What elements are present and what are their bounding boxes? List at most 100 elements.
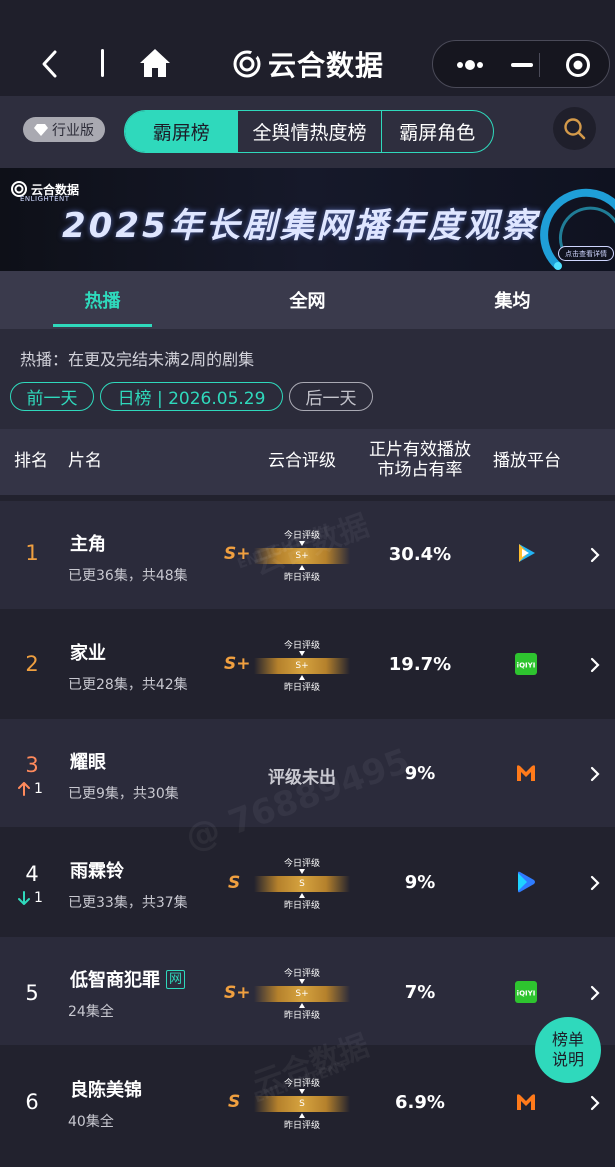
- episode-status: 40集全: [68, 1114, 114, 1130]
- today-rating-label: 今日评级: [283, 859, 320, 869]
- date-filter-panel: 热播：在更及完结未满2周的剧集 前一天 日榜 | 2026.05.29 后一天: [0, 329, 615, 429]
- mango-tv-icon: [517, 765, 535, 781]
- market-share: 19.7%: [388, 654, 452, 675]
- tencent-video-icon: [519, 544, 535, 562]
- episode-status: 已更28集，共42集: [68, 677, 188, 693]
- chevron-right-icon[interactable]: [589, 875, 601, 891]
- market-share: 7%: [404, 982, 436, 1003]
- segment-role-rank[interactable]: 霸屏角色: [380, 111, 493, 152]
- home-icon[interactable]: [138, 47, 172, 79]
- chevron-right-icon[interactable]: [589, 766, 601, 782]
- minimize-icon[interactable]: [511, 63, 533, 67]
- tab-all-network[interactable]: 全网: [205, 271, 410, 329]
- more-dots-icon[interactable]: [453, 59, 503, 71]
- rating-grade: S: [228, 873, 241, 893]
- banner-detail-tag[interactable]: 点击查看详情: [558, 246, 614, 261]
- table-row[interactable]: 2 家业 已更28集，共42集 S+ 今日评级 S+ 昨日评级 19.7% iQ…: [0, 610, 615, 718]
- iqiyi-icon: iQIYI: [515, 981, 537, 1003]
- header-share-line2: 市场占有率: [377, 460, 463, 480]
- rank-change: 1: [18, 781, 43, 797]
- gauge-value: S+: [295, 989, 309, 999]
- segment-screen-rank[interactable]: 霸屏榜: [125, 111, 238, 152]
- today-rating-label: 今日评级: [283, 1079, 320, 1089]
- chevron-right-icon[interactable]: [589, 657, 601, 673]
- ranking-explanation-button[interactable]: 榜单 说明: [535, 1017, 601, 1083]
- chevron-right-icon[interactable]: [589, 1095, 601, 1111]
- arrow-up-icon: [18, 782, 30, 796]
- promo-banner[interactable]: 云合数据 ENLIGHTENT 2025年长剧集网播年度观察 点击查看详情: [0, 168, 615, 271]
- rank-number: 6: [25, 1090, 39, 1114]
- drama-title: 耀眼: [70, 752, 106, 773]
- svg-text:iQIYI: iQIYI: [517, 990, 536, 998]
- back-arrow-icon[interactable]: [38, 48, 62, 80]
- header-rank: 排名: [14, 451, 48, 471]
- table-row[interactable]: 1 主角 已更36集，共48集 S+ 今日评级 S+ 昨日评级 30.4%: [0, 501, 615, 609]
- rank-number: 2: [25, 652, 39, 676]
- market-share: 6.9%: [395, 1092, 445, 1113]
- drama-title: 家业: [70, 643, 106, 664]
- gauge-value: S: [299, 1099, 305, 1109]
- rank-number: 5: [25, 981, 39, 1005]
- today-rating-label: 今日评级: [283, 969, 320, 979]
- header-rating: 云合评级: [268, 451, 336, 471]
- rating-gauge: 今日评级 S 昨日评级: [254, 1076, 350, 1136]
- gauge-value: S+: [295, 661, 309, 671]
- table-row[interactable]: 6 良陈美锦 40集全 S 今日评级 S 昨日评级 6.9%: [0, 1046, 615, 1167]
- prev-day-button[interactable]: 前一天: [10, 382, 94, 411]
- rating-gauge: 今日评级 S+ 昨日评级: [254, 638, 350, 698]
- miniapp-capsule: [432, 40, 610, 88]
- chevron-right-icon[interactable]: [589, 985, 601, 1001]
- edition-badge[interactable]: 行业版: [23, 117, 105, 142]
- search-button[interactable]: [553, 107, 596, 150]
- svg-text:iQIYI: iQIYI: [517, 662, 536, 670]
- close-circle-icon[interactable]: [565, 52, 591, 78]
- drama-title: 良陈美锦: [70, 1080, 142, 1101]
- diamond-icon: [34, 123, 48, 136]
- table-row[interactable]: 5 低智商犯罪 网 24集全 S+ 今日评级 S+ 昨日评级 7% iQIYI: [0, 937, 615, 1045]
- episode-status: 已更36集，共48集: [68, 568, 188, 584]
- rank-change: 1: [18, 890, 43, 906]
- market-share: 30.4%: [388, 544, 452, 565]
- header-share: 正片有效播放 市场占有率: [368, 440, 472, 480]
- rating-gauge: 今日评级 S+ 昨日评级: [254, 966, 350, 1026]
- rating-grade: S+: [224, 544, 251, 564]
- yesterday-rating-label: 昨日评级: [283, 1011, 320, 1021]
- rating-pending: 评级未出: [268, 768, 336, 788]
- rank-number: 4: [25, 862, 39, 886]
- header-share-line1: 正片有效播放: [369, 440, 471, 460]
- gauge-value: S+: [295, 551, 309, 561]
- banner-title: 2025年长剧集网播年度观察: [62, 206, 539, 246]
- yesterday-rating-label: 昨日评级: [283, 901, 320, 911]
- yesterday-rating-label: 昨日评级: [283, 573, 320, 583]
- yesterday-rating-label: 昨日评级: [283, 683, 320, 693]
- drama-title: 雨霖铃: [70, 861, 124, 882]
- table-row[interactable]: 3 1 耀眼 已更9集，共30集 评级未出 9%: [0, 719, 615, 827]
- episode-status: 已更33集，共37集: [68, 895, 188, 911]
- yesterday-rating-label: 昨日评级: [283, 1121, 320, 1131]
- nav-bar: 云合数据: [0, 0, 615, 96]
- segment-buzz-rank[interactable]: 全舆情热度榜: [237, 111, 380, 152]
- web-drama-badge: 网: [166, 969, 186, 989]
- drama-title: 低智商犯罪 网: [70, 966, 186, 992]
- gauge-value: S: [299, 879, 305, 889]
- rank-number: 1: [25, 541, 39, 565]
- brand-logo-icon: [233, 50, 261, 78]
- ranking-type-switch: 霸屏榜 全舆情热度榜 霸屏角色: [124, 110, 494, 153]
- iqiyi-icon: iQIYI: [515, 653, 537, 675]
- list-tabs: 热播 全网 集均: [0, 271, 615, 329]
- today-rating-label: 今日评级: [283, 531, 320, 541]
- brand-name: 云合数据: [268, 49, 385, 82]
- next-day-button[interactable]: 后一天: [289, 382, 373, 411]
- table-row[interactable]: 4 1 雨霖铃 已更33集，共37集 S 今日评级 S 昨日评级 9%: [0, 828, 615, 936]
- date-selector[interactable]: 日榜 | 2026.05.29: [100, 382, 283, 411]
- episode-status: 已更9集，共30集: [68, 786, 179, 802]
- header-name: 片名: [68, 451, 102, 471]
- tab-per-episode[interactable]: 集均: [410, 271, 615, 329]
- list-description: 热播：在更及完结未满2周的剧集: [20, 350, 255, 369]
- chevron-right-icon[interactable]: [589, 547, 601, 563]
- rank-number: 3: [25, 753, 39, 777]
- edition-label: 行业版: [52, 122, 94, 139]
- tab-hot[interactable]: 热播: [0, 271, 205, 329]
- fab-line2: 说明: [551, 1050, 584, 1069]
- youku-icon: [518, 871, 535, 893]
